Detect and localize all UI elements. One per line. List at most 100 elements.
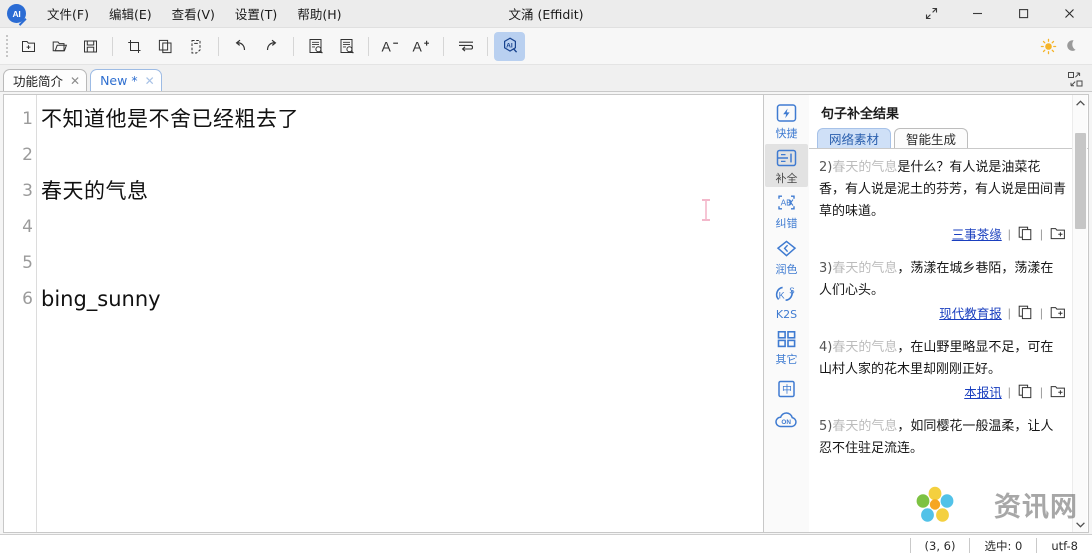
save-icon [84,40,97,52]
wrap-text-button[interactable] [450,32,481,61]
find-button[interactable] [300,32,331,61]
suggestion-item[interactable]: 2)春天的气息是什么？有人说是油菜花香，有人说是泥土的芬芳，有人说是田间青草的味… [819,157,1066,243]
font-decrease-button[interactable]: A [375,32,406,61]
suggestion-item[interactable]: 4)春天的气息，在山野里略显不足，可在山村人家的花木里却刚刚正好。 本报讯 | … [819,337,1066,401]
suggestion-actions: 现代教育报 | | [819,303,1066,322]
tab-close-icon[interactable]: ✕ [145,75,155,87]
undo-button[interactable] [225,32,256,61]
suggestion-prefix: 春天的气息 [832,340,898,355]
menu-settings[interactable]: 设置(T) [225,1,287,26]
suggestion-item[interactable]: 3)春天的气息，荡漾在城乡巷陌，荡漾在人们心头。 现代教育报 | | [819,258,1066,322]
fullscreen-button[interactable] [908,0,954,28]
chevron-down-icon [1075,521,1085,528]
action-divider: | [1039,384,1043,399]
rail-cloud-toggle[interactable]: ON [765,406,808,434]
svg-text:A: A [382,38,392,54]
add-to-folder-button[interactable] [1049,225,1066,242]
cut-button[interactable] [119,32,150,61]
rail-item-polish[interactable]: 润色 [765,235,808,278]
rail-item-shortcut[interactable]: 快捷 [765,99,808,142]
copy-button[interactable] [1017,304,1034,321]
cloud-on-icon: ON [775,412,797,428]
copy-icon [1018,305,1032,320]
copy-icon [1018,384,1032,399]
scroll-up-button[interactable] [1075,95,1086,111]
new-file-icon [22,40,35,52]
suggestion-list: 2)春天的气息是什么？有人说是油菜花香，有人说是泥土的芬芳，有人说是田间青草的味… [809,149,1088,532]
paste-button[interactable] [181,32,212,61]
toolbar-separator [443,36,444,56]
dark-theme-button[interactable] [1060,34,1084,58]
undo-icon [235,39,246,50]
editor-text-area[interactable]: 不知道他是不舍已经粗去了 春天的气息 bing_sunny [37,95,763,532]
redo-icon [266,39,277,50]
light-theme-button[interactable] [1036,34,1060,58]
app-logo-text: AI [12,8,21,19]
minimize-button[interactable] [954,0,1000,28]
save-button[interactable] [75,32,106,61]
polish-diamond-icon [776,240,797,257]
open-file-button[interactable] [44,32,75,61]
close-button[interactable] [1046,0,1092,28]
add-to-folder-button[interactable] [1049,383,1066,400]
rail-item-other[interactable]: 其它 [765,325,808,368]
suggestion-prefix: 春天的气息 [832,160,898,175]
tab-close-icon[interactable]: ✕ [70,75,80,87]
menu-help[interactable]: 帮助(H) [287,1,351,26]
copy-button[interactable] [150,32,181,61]
tab-web-materials[interactable]: 网络素材 [817,128,892,148]
document-tab-bar: 功能简介 ✕ New * ✕ [0,65,1092,92]
font-increase-button[interactable]: A [406,32,437,61]
menu-view[interactable]: 查看(V) [162,1,225,26]
suggestion-item[interactable]: 5)春天的气息，如同樱花一般温柔，让人忍不住驻足流连。 [819,416,1066,460]
add-to-folder-icon [1050,386,1065,398]
ai-assistant-button[interactable]: AI [494,31,525,61]
redo-button[interactable] [256,32,287,61]
panel-scrollbar[interactable] [1072,95,1087,532]
tab-label: New * [100,73,138,88]
app-logo-icon: AI [7,4,27,25]
editor[interactable]: 1 2 3 4 5 6 不知道他是不舍已经粗去了 春天的气息 bing_sunn… [3,94,764,533]
cut-icon [128,39,141,53]
moon-icon [1066,39,1076,51]
rail-item-k2s[interactable]: K S K2S [765,280,808,323]
split-view-button[interactable] [1065,69,1085,89]
selection-count: 选中: 0 [984,538,1023,553]
add-to-folder-button[interactable] [1049,304,1066,321]
action-divider: | [1007,226,1011,241]
scrollbar-thumb[interactable] [1074,133,1086,229]
copy-button[interactable] [1017,225,1034,242]
rail-item-label: 其它 [775,352,798,366]
find-icon [309,39,323,54]
suggestion-index: 2) [819,160,833,175]
suggestion-actions: 三事茶缘 | | [819,224,1066,243]
toolbar-grip[interactable] [2,35,11,57]
panel-tab-bar: 网络素材 智能生成 [809,128,1088,149]
rail-language-toggle[interactable]: 中 [765,375,808,404]
menu-file[interactable]: 文件(F) [37,1,99,26]
scroll-down-button[interactable] [1075,516,1086,532]
copy-button[interactable] [1017,383,1034,400]
add-to-folder-icon [1050,228,1065,240]
suggestion-source-link[interactable]: 三事茶缘 [952,224,1002,243]
rail-item-completion[interactable]: 补全 [765,144,808,188]
action-divider: | [1039,305,1043,320]
svg-text:S: S [789,286,794,295]
tab-ai-generated[interactable]: 智能生成 [894,128,969,148]
suggestion-text: 2)春天的气息是什么？有人说是油菜花香，有人说是泥土的芬芳，有人说是田间青草的味… [819,157,1066,223]
suggestion-source-link[interactable]: 本报讯 [964,382,1002,401]
ai-assistant-icon: AI [503,37,517,53]
tab-intro[interactable]: 功能简介 ✕ [3,69,88,91]
rail-item-proofread[interactable]: AB 纠错 [765,189,808,232]
tool-rail: 快捷 补全 AB 纠错 润色 K S K2S 其它 中 ON [764,94,809,533]
maximize-button[interactable] [1000,0,1046,28]
action-divider: | [1039,226,1043,241]
tab-new[interactable]: New * ✕ [90,69,162,91]
menu-edit[interactable]: 编辑(E) [99,1,162,26]
scrollbar-track[interactable] [1073,111,1088,516]
suggestion-prefix: 春天的气息 [832,419,898,434]
new-file-button[interactable] [13,32,44,61]
replace-button[interactable] [331,32,362,61]
suggestion-source-link[interactable]: 现代教育报 [939,303,1002,322]
